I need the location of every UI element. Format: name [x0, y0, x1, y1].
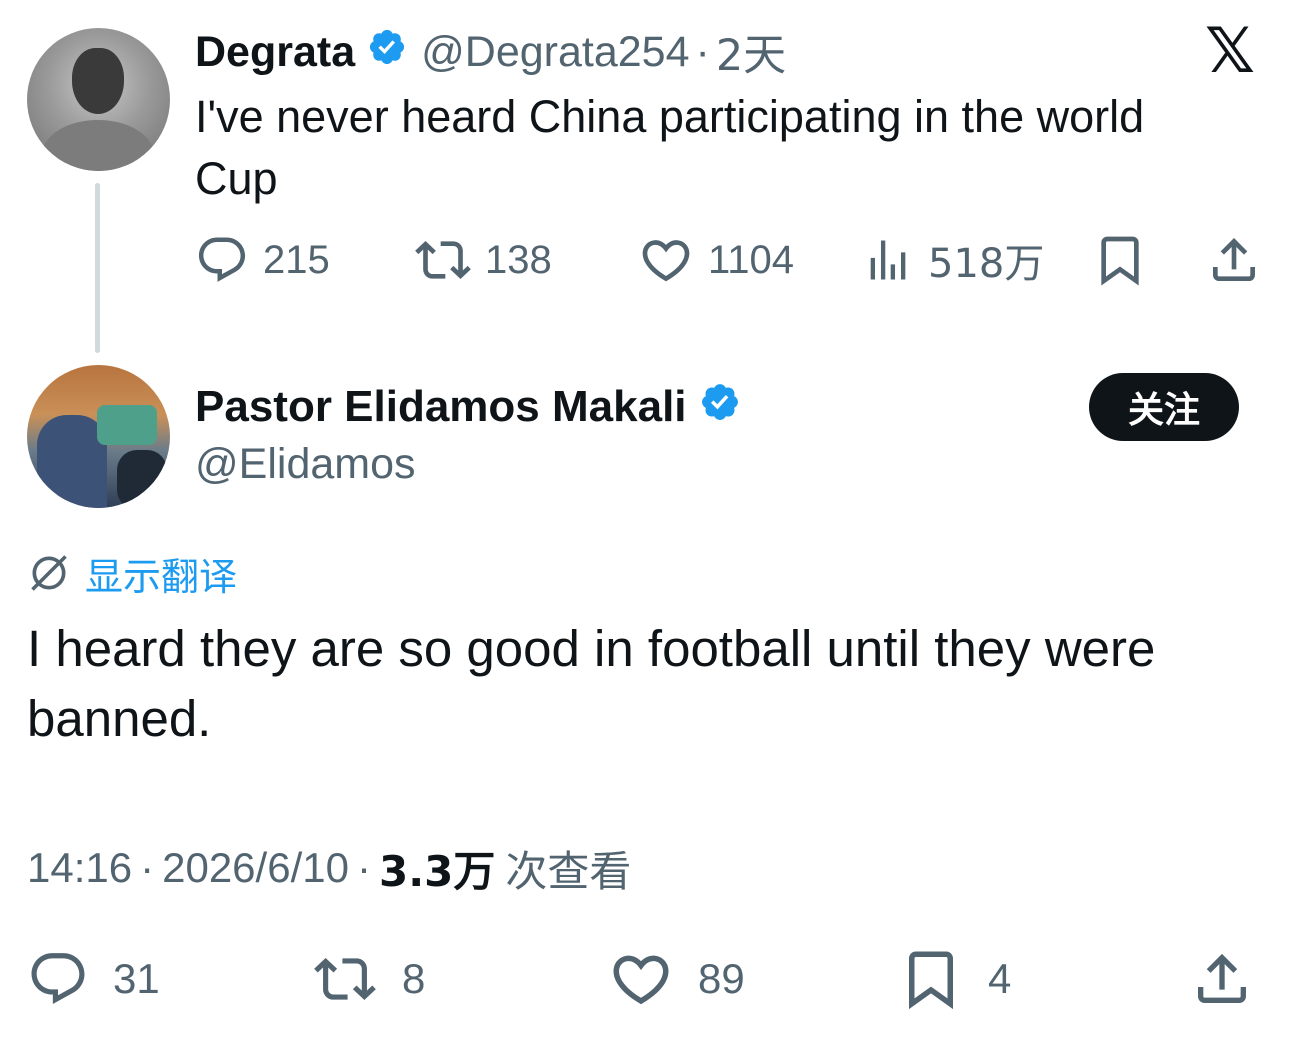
retweet-button[interactable]: 8	[312, 948, 425, 1010]
reply-icon	[198, 237, 246, 282]
reply-avatar[interactable]	[27, 365, 170, 508]
reply-author-handle[interactable]: @Elidamos	[195, 440, 416, 489]
parent-like-count: 1104	[708, 237, 795, 282]
tweet-meta: 14:16 · 2026/6/10 · 3.3万 次查看	[27, 840, 631, 896]
translate-icon	[31, 555, 67, 591]
retweet-count: 8	[402, 955, 426, 1002]
views-icon	[870, 240, 906, 280]
parent-like-button[interactable]: 1104	[638, 232, 794, 288]
like-button[interactable]: 89	[608, 948, 745, 1010]
reply-button[interactable]: 31	[27, 948, 160, 1010]
verified-badge-icon	[699, 381, 741, 434]
parent-retweet-button[interactable]: 138	[415, 232, 552, 288]
retweet-icon	[415, 241, 471, 279]
parent-avatar[interactable]	[27, 28, 170, 171]
parent-author-name[interactable]: Degrata	[195, 28, 355, 77]
tweet-time[interactable]: 14:16	[27, 844, 132, 892]
separator: ·	[356, 844, 371, 891]
parent-author-row: Degrata @Degrata254 · 2天	[195, 21, 786, 83]
translate-label: 显示翻译	[85, 554, 238, 599]
parent-views-count: 518万	[928, 241, 1045, 287]
like-count: 89	[698, 955, 745, 1002]
tweet-date[interactable]: 2026/6/10	[162, 844, 349, 892]
share-icon	[1213, 238, 1255, 281]
reply-author-name[interactable]: Pastor Elidamos Makali	[195, 382, 687, 432]
like-icon	[642, 240, 690, 282]
parent-reply-button[interactable]: 215	[195, 232, 330, 288]
reply-tweet-text: I heard they are so good in football unt…	[27, 620, 1156, 747]
reply-count: 31	[113, 955, 160, 1002]
like-icon	[613, 955, 669, 1005]
x-logo: 𝕏	[1205, 17, 1255, 86]
views-label: 次查看	[505, 846, 632, 896]
bookmark-icon	[909, 951, 953, 1010]
thread-line	[95, 183, 100, 353]
parent-reply-count: 215	[263, 237, 330, 282]
bookmark-count: 4	[988, 955, 1012, 1002]
parent-time[interactable]: 2天	[716, 21, 786, 83]
parent-bookmark-button[interactable]	[1092, 232, 1162, 288]
separator: ·	[695, 27, 710, 76]
reply-author-row: Pastor Elidamos Makali	[195, 378, 755, 436]
share-icon	[1198, 953, 1246, 1003]
views-count: 3.3万	[378, 846, 496, 896]
reply-icon	[31, 953, 85, 1005]
retweet-icon	[314, 958, 376, 1000]
parent-views-button[interactable]: 518万	[862, 232, 1044, 288]
parent-author-handle[interactable]: @Degrata254	[421, 28, 689, 77]
verified-badge-icon	[367, 27, 407, 78]
parent-tweet-text: I've never heard China participating in …	[195, 91, 1145, 204]
share-button[interactable]	[1190, 948, 1278, 1010]
bookmark-button[interactable]: 4	[898, 948, 1011, 1010]
parent-share-button[interactable]	[1206, 232, 1276, 288]
parent-retweet-count: 138	[485, 237, 552, 282]
translate-link[interactable]: 显示翻译	[27, 548, 238, 599]
bookmark-icon	[1101, 236, 1139, 286]
follow-button[interactable]: 关注	[1089, 373, 1239, 441]
separator: ·	[140, 844, 155, 891]
